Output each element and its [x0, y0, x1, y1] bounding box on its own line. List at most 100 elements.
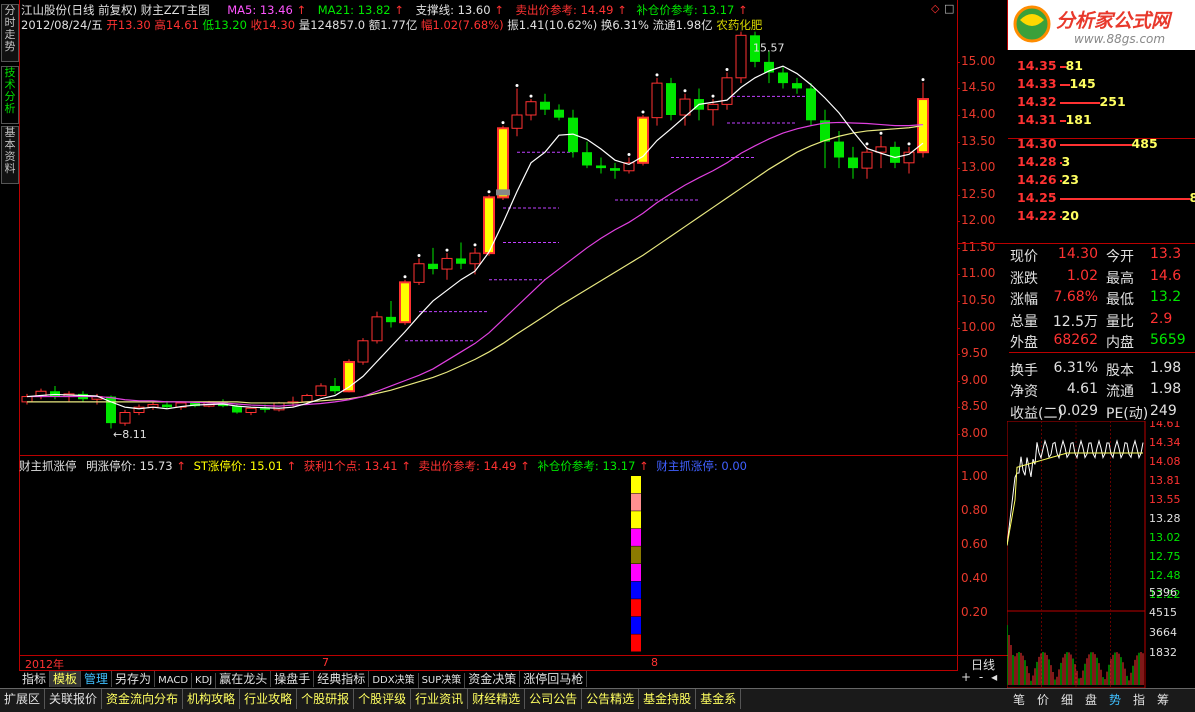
quote-value: 0.029	[1048, 403, 1098, 419]
candle-body-up	[680, 99, 690, 115]
ma21-value: MA21: 13.82	[318, 3, 391, 17]
tab-ddx[interactable]: DDX决策	[369, 673, 418, 689]
nav-extension[interactable]: 扩展区	[0, 689, 45, 709]
sub-tick: 0.20	[961, 605, 988, 619]
right-bottom-tabs: 笔价细盘势指筹	[1007, 688, 1195, 712]
sub-indicator-chart[interactable]	[19, 472, 957, 654]
sub-tick: 1.00	[961, 469, 988, 483]
order-book-row[interactable]: 14.2623	[1017, 172, 1079, 190]
quote-label: 流通	[1106, 381, 1134, 401]
order-price: 14.31	[1017, 112, 1057, 127]
tab-sup[interactable]: SUP决策	[419, 673, 466, 689]
order-book-row[interactable]: 14.25824	[1017, 190, 1195, 208]
candle-body-down	[162, 405, 172, 408]
quote-value: 13.2	[1150, 289, 1181, 305]
tab-indicator[interactable]: 指标	[19, 671, 50, 687]
order-book-row[interactable]: 14.2220	[1017, 208, 1079, 226]
quote-value: 68262	[1048, 332, 1098, 348]
mini-price-tick: 13.81	[1149, 474, 1181, 487]
tab-technical[interactable]: 技术分析	[1, 66, 19, 124]
nav-stock-research[interactable]: 个股研报	[297, 689, 354, 709]
order-book-row[interactable]: 14.31181	[1017, 112, 1092, 130]
chart-area[interactable]: 江山股份(日线 前复权) 财主ZZT主图 MA5: 13.46 ↑ MA21: …	[19, 0, 957, 670]
order-price: 14.35	[1017, 58, 1057, 73]
profit-price: 获利1个点: 13.41	[304, 459, 398, 473]
nav-industry-strategy[interactable]: 行业攻略	[240, 689, 297, 709]
candle-body-down	[232, 406, 242, 412]
mini-volume-tick: 5396	[1149, 586, 1177, 599]
nav-fund-family[interactable]: 基金系	[696, 689, 741, 709]
mini-price-tick: 13.55	[1149, 493, 1181, 506]
nav-announce-picks[interactable]: 公告精选	[582, 689, 639, 709]
tab-limit-pullback[interactable]: 涨停回马枪	[520, 671, 587, 687]
right-tab[interactable]: 盘	[1085, 691, 1097, 708]
right-tab[interactable]: 筹	[1157, 691, 1169, 708]
nav-industry-news[interactable]: 行业资讯	[411, 689, 468, 709]
zoom-out-icon[interactable]: -	[979, 670, 983, 684]
order-book-row[interactable]: 14.32 251	[1017, 94, 1126, 112]
mini-volume-tick: 1832	[1149, 646, 1177, 659]
arrow-up-icon: ↑	[494, 3, 504, 17]
candlestick-chart[interactable]: ××××××××××15.57←8.11	[19, 30, 957, 455]
right-tab[interactable]: 势	[1109, 691, 1121, 708]
nav-fund-holdings[interactable]: 基金持股	[639, 689, 696, 709]
chart-header-line1: 江山股份(日线 前复权) 财主ZZT主图 MA5: 13.46 ↑ MA21: …	[21, 2, 748, 18]
candle-body-up	[442, 258, 452, 269]
candle-body-up	[414, 264, 424, 283]
tab-macd[interactable]: MACD	[155, 673, 192, 689]
quote-label: 今开	[1106, 246, 1134, 266]
candle-body-down	[554, 110, 564, 118]
zoom-in-icon[interactable]: +	[961, 670, 971, 684]
sell-ref-value: 卖出价参考: 14.49	[515, 3, 613, 17]
tab-classic-indicators[interactable]: 经典指标	[314, 671, 369, 687]
tab-trader[interactable]: 操盘手	[271, 671, 314, 687]
order-price: 14.32	[1017, 94, 1057, 109]
catch-limit-value: 财主抓涨停: 0.00	[656, 459, 747, 473]
quote-value: 13.3	[1150, 246, 1181, 262]
order-volume: 251	[1100, 94, 1126, 109]
mini-price-tick: 13.28	[1149, 512, 1181, 525]
candle-body-down	[890, 147, 900, 163]
left-side-tabs: 分时走势 技术分析 基本资料	[0, 0, 20, 688]
right-tab[interactable]: 价	[1037, 691, 1049, 708]
candle-body-down	[610, 168, 620, 171]
tab-template[interactable]: 模板	[50, 671, 81, 687]
limit-signal-bar	[631, 634, 641, 651]
nav-fund-flow[interactable]: 资金流向分布	[102, 689, 183, 709]
quote-label: 现价	[1010, 246, 1038, 266]
sub-tick: 0.40	[961, 571, 988, 585]
nav-company-announce[interactable]: 公司公告	[525, 689, 582, 709]
right-tab[interactable]: 细	[1061, 691, 1073, 708]
watermark-title: 分析家公式网	[1056, 6, 1170, 33]
order-book-row[interactable]: 14.33145	[1017, 76, 1096, 94]
intraday-mini-chart[interactable]: 14.6114.3414.0813.8113.5513.2813.0212.75…	[1007, 421, 1195, 688]
order-book-row[interactable]: 14.3581	[1017, 58, 1083, 76]
mini-volume-tick: 3664	[1149, 626, 1177, 639]
quote-label: 总量	[1010, 311, 1038, 331]
limit-up-candle	[400, 282, 410, 322]
candle-body-down	[540, 102, 550, 110]
tab-basic-info[interactable]: 基本资料	[1, 126, 19, 184]
high-dot	[866, 142, 869, 145]
tab-kdj[interactable]: KDJ	[192, 673, 216, 689]
candle-body-up	[736, 35, 746, 78]
right-tab[interactable]: 指	[1133, 691, 1145, 708]
tab-manage[interactable]: 管理	[81, 671, 112, 687]
arrow-left-icon[interactable]: ◂	[991, 670, 997, 684]
tab-timeshare[interactable]: 分时走势	[1, 4, 19, 62]
order-book-row[interactable]: 14.283	[1017, 154, 1070, 172]
nav-related-quote[interactable]: 关联报价	[45, 689, 102, 709]
candle-body-up	[526, 102, 536, 115]
tab-fund-decision[interactable]: 资金决策	[465, 671, 520, 687]
period-label[interactable]: 日线	[957, 655, 1008, 671]
tab-technical-label: 技术分析	[5, 66, 16, 115]
nav-finance-picks[interactable]: 财经精选	[468, 689, 525, 709]
right-tab[interactable]: 笔	[1013, 691, 1025, 708]
nav-institution[interactable]: 机构攻略	[183, 689, 240, 709]
mini-price-tick: 13.02	[1149, 531, 1181, 544]
tab-save-as[interactable]: 另存为	[112, 671, 155, 687]
candle-body-up	[512, 115, 522, 128]
tab-win-leader[interactable]: 赢在龙头	[216, 671, 271, 687]
nav-stock-rating[interactable]: 个股评级	[354, 689, 411, 709]
candle-body-up	[470, 253, 480, 264]
